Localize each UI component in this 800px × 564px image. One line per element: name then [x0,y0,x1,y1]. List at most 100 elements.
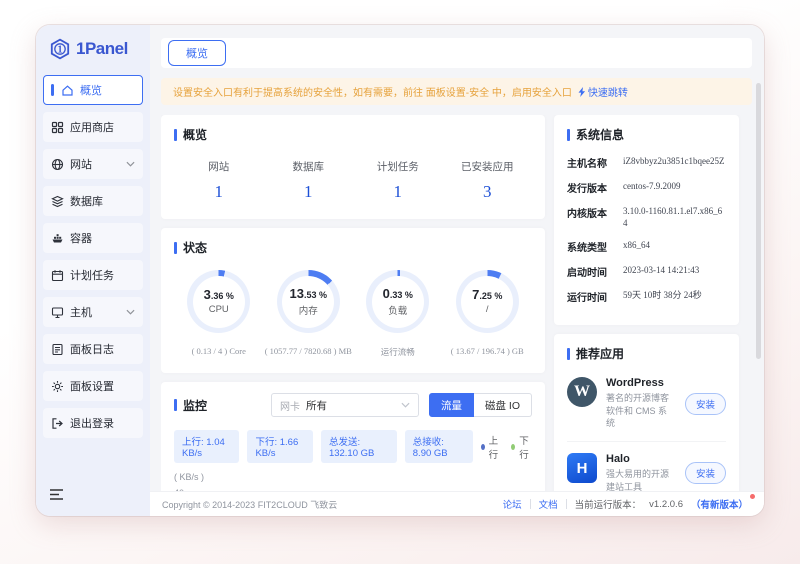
main-content: 概览 设置安全入口有利于提高系统的安全性，如有需要，前往 面板设置-安全 中，启… [150,25,764,516]
logout-icon [51,417,64,430]
row-uptime: 运行时间 59天 10时 38分 24秒 [567,289,726,304]
recommended-apps-card: 推荐应用 W WordPress 著名的开源博客软件和 CMS 系统 安装 H [554,334,739,516]
sidebar-item-container[interactable]: 容器 [43,223,143,253]
status-gauges: 3.36 % CPU ( 0.13 / 4 ) Core 13.53 % [174,270,532,362]
sidebar-item-logout[interactable]: 退出登录 [43,408,143,438]
total-sent-badge: 总发送: 132.10 GB [321,430,397,463]
docs-link[interactable]: 文档 [539,497,558,511]
card-title-system-info: 系统信息 [567,126,726,143]
schedule-icon [51,269,64,282]
load-donut-gauge: 0.33 % 负载 [366,270,429,333]
app-row-wordpress: W WordPress 著名的开源博客软件和 CMS 系统 安装 [567,366,726,441]
disk-caption: ( 13.67 / 196.74 ) GB [451,346,524,356]
sidebar-item-overview[interactable]: 概览 [43,75,143,105]
sidebar-item-website[interactable]: 网站 [43,149,143,179]
forum-link[interactable]: 论坛 [503,497,522,511]
sidebar: 1 1Panel 概览 应用商店 [36,25,150,516]
sidebar-item-host[interactable]: 主机 [43,297,143,327]
globe-icon [51,158,64,171]
left-column: 概览 网站 1 数据库 1 计划任务 [161,115,545,516]
security-alert-banner: 设置安全入口有利于提高系统的安全性，如有需要，前往 面板设置-安全 中，启用安全… [161,78,752,105]
stat-installed-apps: 已安装应用 3 [443,159,533,202]
stat-value-link[interactable]: 1 [174,182,264,202]
title-accent-bar [174,399,177,411]
card-title-monitor: 监控 [174,397,207,414]
chevron-down-icon [126,309,135,315]
overview-stats: 网站 1 数据库 1 计划任务 1 [174,159,532,202]
row-arch: 系统类型 x86_64 [567,239,726,254]
row-hostname: 主机名称 iZ8vbbyz2u3851c1bqee25Z [567,155,726,170]
app-info: Halo 强大易用的开源建站工具 [606,453,676,493]
footer-right: 论坛 文档 当前运行版本： v1.2.0.6 （有新版本） [503,497,748,511]
page-background: 1 1Panel 概览 应用商店 [0,0,800,564]
title-accent-bar [567,348,570,360]
sidebar-item-cronjob[interactable]: 计划任务 [43,260,143,290]
scrollbar-thumb[interactable] [756,83,761,359]
database-icon [51,195,64,208]
log-icon [51,343,64,356]
y-axis-unit: ( KB/s ) [174,472,532,482]
card-title-apps: 推荐应用 [567,345,726,362]
sidebar-item-panel-settings[interactable]: 面板设置 [43,371,143,401]
app-store-icon [51,121,64,134]
sidebar-item-database[interactable]: 数据库 [43,186,143,216]
disk-io-button[interactable]: 磁盘 IO [474,393,532,417]
sidebar-item-label: 主机 [70,304,92,320]
svg-text:1: 1 [58,45,63,56]
sidebar-item-label: 面板日志 [70,341,114,357]
sidebar-item-label: 面板设置 [70,378,114,394]
alert-text: 设置安全入口有利于提高系统的安全性，如有需要，前往 面板设置-安全 中，启用安全… [173,84,572,99]
install-wordpress-button[interactable]: 安装 [685,393,726,415]
chevron-down-icon [401,402,410,408]
gauge-load: 0.33 % 负载 运行流畅 [353,270,443,362]
monitor-header: 监控 网卡 所有 [174,393,532,417]
load-caption: 运行流畅 [381,346,415,358]
title-accent-bar [174,129,177,141]
row-boot-time: 启动时间 2023-03-14 14:21:43 [567,264,726,279]
brand-logo[interactable]: 1 1Panel [36,25,150,66]
right-column: 系统信息 主机名称 iZ8vbbyz2u3851c1bqee25Z 发行版本 c… [554,115,739,516]
container-icon [51,232,64,245]
traffic-badges: 上行: 1.04 KB/s 下行: 1.66 KB/s 总发送: 132.10 … [174,430,532,463]
lightning-icon [578,87,586,97]
legend-download[interactable]: 下行 [511,433,532,461]
install-halo-button[interactable]: 安装 [685,462,726,484]
title-accent-bar [174,242,177,254]
card-title-overview: 概览 [174,126,532,143]
overview-card: 概览 网站 1 数据库 1 计划任务 [161,115,545,219]
stat-value-link[interactable]: 3 [443,182,533,202]
stat-value-link[interactable]: 1 [264,182,354,202]
footer: Copyright © 2014-2023 FIT2CLOUD 飞致云 论坛 文… [150,491,764,516]
sidebar-item-label: 数据库 [70,193,103,209]
gauge-memory: 13.53 % 内存 ( 1057.77 / 7820.68 ) MB [264,270,354,362]
legend-dot-download [511,444,515,450]
monitor-controls: 网卡 所有 流量 磁盘 IO [271,393,532,417]
quick-jump-link[interactable]: 快速跳转 [578,84,628,99]
gauge-disk: 7.25 % / ( 13.67 / 196.74 ) GB [443,270,533,362]
sidebar-item-app-store[interactable]: 应用商店 [43,112,143,142]
legend-upload[interactable]: 上行 [481,433,502,461]
download-rate-badge: 下行: 1.66 KB/s [247,430,312,463]
active-indicator [51,84,54,96]
tab-overview[interactable]: 概览 [168,40,226,66]
sidebar-item-label: 容器 [70,230,92,246]
app-window: 1 1Panel 概览 应用商店 [36,25,764,516]
new-version-link[interactable]: （有新版本） [691,497,748,511]
network-card-select[interactable]: 网卡 所有 [271,393,419,417]
stat-value-link[interactable]: 1 [353,182,443,202]
disk-donut-gauge: 7.25 % / [456,270,519,333]
stat-databases: 数据库 1 [264,159,354,202]
host-icon [51,306,64,319]
row-release: 发行版本 centos-7.9.2009 [567,180,726,195]
sidebar-menu: 概览 应用商店 网站 [36,75,150,438]
status-card: 状态 3.36 % CPU ( 0.13 / 4 ) Core [161,228,545,373]
sidebar-item-panel-logs[interactable]: 面板日志 [43,334,143,364]
legend-dot-upload [481,444,485,450]
traffic-button[interactable]: 流量 [429,393,474,417]
sidebar-collapse-button[interactable] [49,488,64,506]
version-value: v1.2.0.6 [649,499,683,510]
chevron-down-icon [126,161,135,167]
memory-caption: ( 1057.77 / 7820.68 ) MB [265,346,352,356]
stat-cronjobs: 计划任务 1 [353,159,443,202]
sidebar-item-label: 概览 [80,82,102,98]
